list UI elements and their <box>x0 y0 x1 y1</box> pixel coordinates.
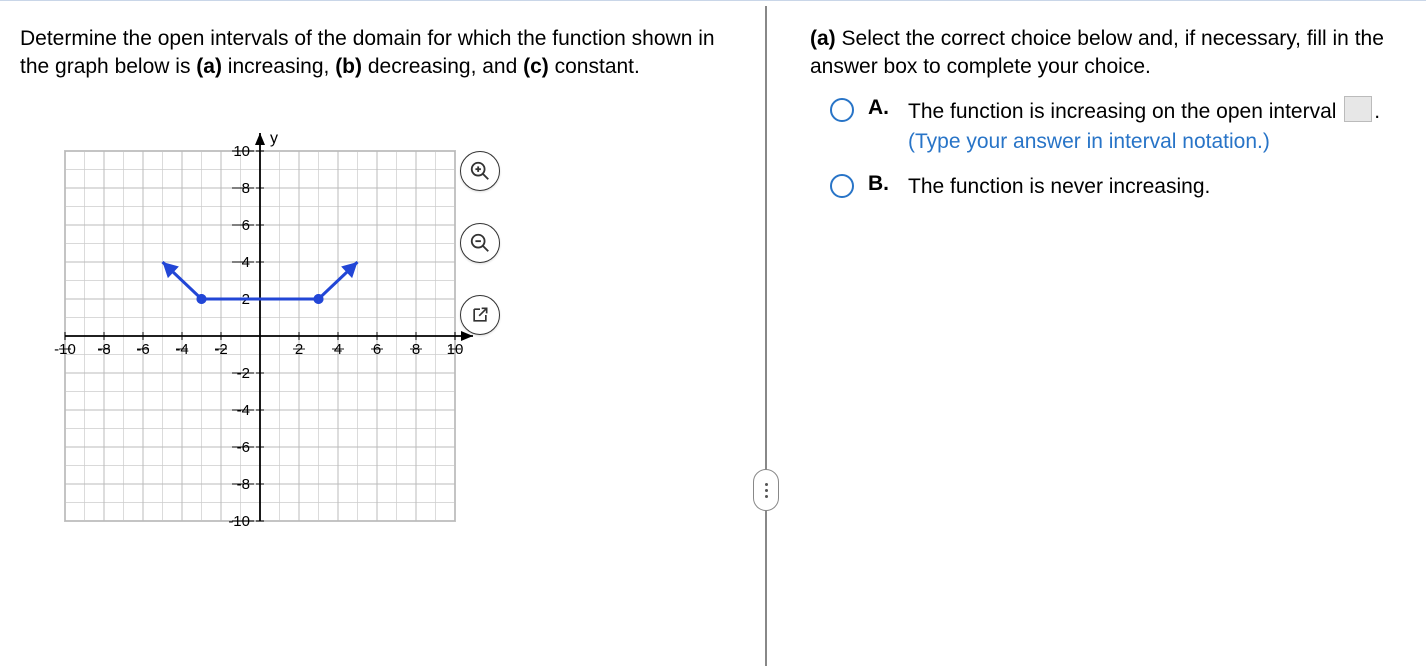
graph-toolbar <box>460 151 500 335</box>
zoom-out-button[interactable] <box>460 223 500 263</box>
part-b-tag: (b) <box>335 55 362 78</box>
choice-b-row: B. The function is never increasing. <box>830 172 1410 202</box>
pane-resize-handle[interactable] <box>753 469 779 511</box>
question-prompt: Determine the open intervals of the doma… <box>20 25 740 82</box>
svg-text:-4: -4 <box>175 341 188 358</box>
popout-button[interactable] <box>460 295 500 335</box>
svg-text:8: 8 <box>412 341 420 358</box>
popout-icon <box>470 305 490 325</box>
question-pane: Determine the open intervals of the doma… <box>0 1 760 671</box>
svg-text:10: 10 <box>233 143 250 160</box>
part-a-tag: (a) <box>196 55 222 78</box>
answer-part-tag: (a) <box>810 27 836 50</box>
svg-text:-6: -6 <box>136 341 149 358</box>
svg-text:-6: -6 <box>237 439 250 456</box>
choice-a-text-1: The function is increasing on the open i… <box>908 100 1342 123</box>
svg-text:-4: -4 <box>237 402 250 419</box>
answer-pane: (a) Select the correct choice below and,… <box>800 1 1420 671</box>
zoom-in-icon <box>469 160 491 182</box>
svg-text:-2: -2 <box>237 365 250 382</box>
pane-divider <box>765 6 767 666</box>
choice-b-text: The function is never increasing. <box>908 172 1410 202</box>
part-a-word: increasing, <box>222 55 335 78</box>
svg-text:y: y <box>270 130 278 147</box>
choice-b-label: B. <box>868 172 894 196</box>
svg-text:10: 10 <box>447 341 464 358</box>
answer-part-rest: Select the correct choice below and, if … <box>810 27 1384 78</box>
svg-text:6: 6 <box>373 341 381 358</box>
part-c-tag: (c) <box>523 55 549 78</box>
svg-text:6: 6 <box>242 217 250 234</box>
choice-a-answer-box[interactable] <box>1344 96 1372 122</box>
choice-a-text: The function is increasing on the open i… <box>908 96 1410 158</box>
choice-a-hint: (Type your answer in interval notation.) <box>908 130 1270 153</box>
svg-text:-8: -8 <box>97 341 110 358</box>
choice-a-text-2: . <box>1374 100 1380 123</box>
svg-text:8: 8 <box>242 180 250 197</box>
function-graph: xy-10-8-6-4-2246810-10-8-6-4-2246810 <box>30 116 490 556</box>
part-c-word: constant. <box>549 55 640 78</box>
svg-text:4: 4 <box>242 254 250 271</box>
svg-text:-2: -2 <box>214 341 227 358</box>
choice-b-radio[interactable] <box>830 174 854 198</box>
svg-text:-8: -8 <box>237 476 250 493</box>
choice-a-row: A. The function is increasing on the ope… <box>830 96 1410 158</box>
zoom-in-button[interactable] <box>460 151 500 191</box>
svg-text:-10: -10 <box>228 513 250 530</box>
svg-text:2: 2 <box>295 341 303 358</box>
choice-a-radio[interactable] <box>830 98 854 122</box>
graph-container: xy-10-8-6-4-2246810-10-8-6-4-2246810 <box>30 116 490 556</box>
svg-text:4: 4 <box>334 341 342 358</box>
part-b-word: decreasing, and <box>362 55 523 78</box>
choice-a-label: A. <box>868 96 894 120</box>
zoom-out-icon <box>469 232 491 254</box>
answer-prompt: (a) Select the correct choice below and,… <box>810 25 1410 82</box>
svg-text:-10: -10 <box>54 341 76 358</box>
